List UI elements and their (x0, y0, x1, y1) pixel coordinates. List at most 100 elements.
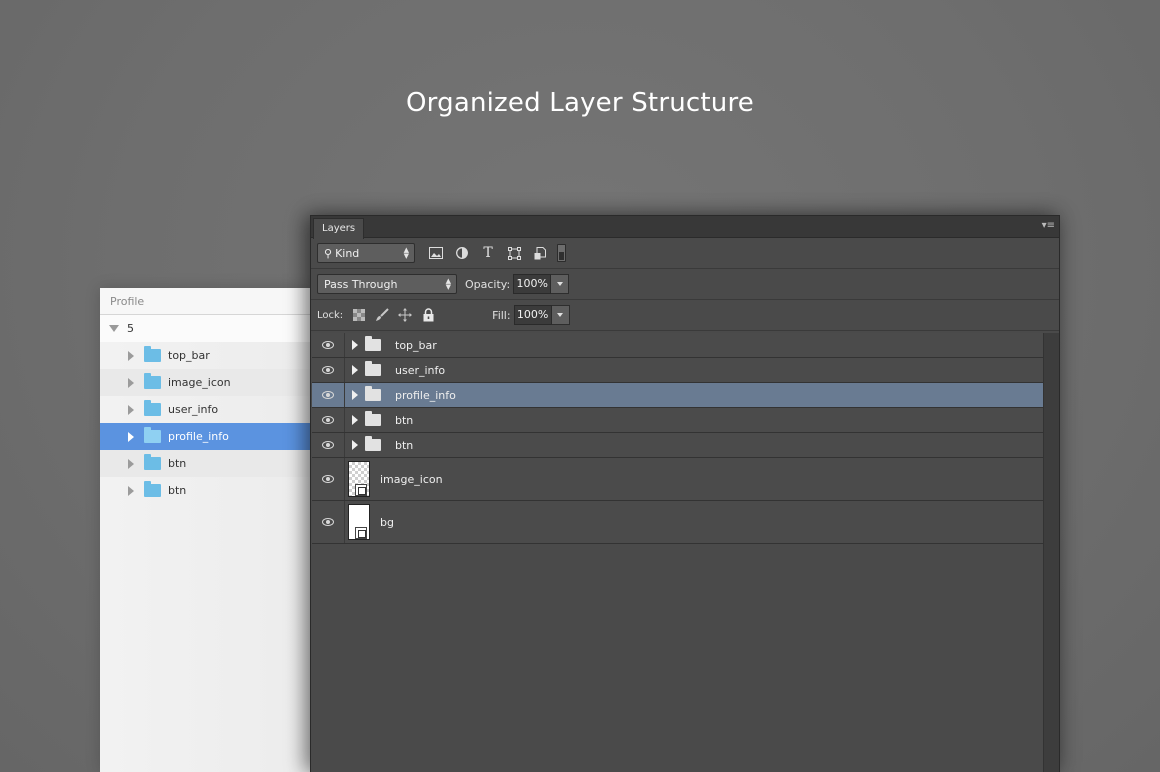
filter-toggle-switch[interactable] (557, 244, 566, 262)
layer-row[interactable]: bg (312, 501, 1043, 544)
filter-kind-select[interactable]: ⚲ Kind ▲ ▼ (317, 243, 415, 263)
sketch-layer-row[interactable]: image_icon (100, 369, 312, 396)
group-folder-icon (365, 411, 381, 426)
visibility-eye-icon[interactable] (312, 433, 345, 457)
smart-object-badge-icon (355, 527, 367, 539)
sketch-layer-label: btn (168, 484, 187, 497)
filter-kind-label: Kind (335, 246, 360, 260)
sketch-layer-panel: Profile 5 top_bar image_icon user_info p… (100, 288, 312, 772)
disclosure-triangle-icon[interactable] (128, 404, 134, 415)
folder-icon (144, 427, 161, 443)
filter-smart-object-icon[interactable] (531, 244, 549, 262)
expand-triangle-icon[interactable] (352, 440, 358, 450)
sketch-layer-row[interactable]: top_bar (100, 342, 312, 369)
photoshop-layers-panel: Layers ▾≡ ⚲ Kind ▲▼ T Pass Through ▲▼ (310, 215, 1060, 772)
layer-name: btn (395, 438, 414, 452)
layer-name: user_info (395, 363, 446, 377)
layer-row[interactable]: btn (312, 433, 1043, 458)
sketch-layer-row[interactable]: user_info (100, 396, 312, 423)
fill-input[interactable]: 100% (513, 305, 552, 325)
layer-row-selected[interactable]: profile_info (312, 383, 1043, 408)
sketch-layer-row[interactable]: btn (100, 477, 312, 504)
visibility-eye-icon[interactable] (312, 333, 345, 357)
tab-layers[interactable]: Layers (313, 218, 365, 239)
lock-label: Lock: (317, 309, 344, 321)
group-folder-icon (365, 336, 381, 351)
folder-icon (144, 346, 161, 362)
layer-row[interactable]: user_info (312, 358, 1043, 383)
disclosure-triangle-icon[interactable] (128, 485, 134, 496)
filter-shape-icon[interactable] (505, 244, 523, 262)
sketch-layer-row[interactable]: btn (100, 450, 312, 477)
smart-object-badge-icon (355, 484, 367, 496)
expand-triangle-icon[interactable] (352, 340, 358, 350)
blend-mode-select[interactable]: Pass Through ▲ ▼ (317, 274, 457, 294)
lock-brush-icon[interactable] (374, 307, 390, 323)
updown-arrows-icon: ▲ ▼ (445, 277, 451, 291)
lock-transparency-icon[interactable] (351, 307, 367, 323)
layer-row[interactable]: image_icon (312, 458, 1043, 501)
filter-pixel-icon[interactable] (427, 244, 445, 262)
updown-arrows-icon: ▲ ▼ (403, 246, 409, 260)
layer-thumbnail (348, 461, 370, 497)
layer-name: profile_info (395, 388, 456, 402)
sketch-layer-label: user_info (168, 403, 219, 416)
filter-adjustment-icon[interactable] (453, 244, 471, 262)
folder-icon (144, 454, 161, 470)
lock-all-icon[interactable] (420, 307, 436, 323)
blend-opacity-row: Pass Through ▲ ▼ Opacity: 100% (311, 269, 1059, 300)
sketch-layer-label: profile_info (168, 430, 229, 443)
folder-icon (144, 400, 161, 416)
lock-move-icon[interactable] (397, 307, 413, 323)
fill-dropdown-button[interactable] (551, 305, 570, 325)
layer-row[interactable]: btn (312, 408, 1043, 433)
visibility-eye-icon[interactable] (312, 408, 345, 432)
folder-icon (144, 373, 161, 389)
layer-name: bg (380, 515, 394, 529)
sketch-layer-label: image_icon (168, 376, 231, 389)
layer-name: image_icon (380, 472, 443, 486)
page-headline: Organized Layer Structure (406, 88, 754, 118)
expand-triangle-icon[interactable] (352, 415, 358, 425)
group-folder-icon (365, 361, 381, 376)
layers-list: top_bar user_info profile_info btn btn i… (312, 333, 1043, 544)
disclosure-triangle-icon[interactable] (128, 377, 134, 388)
group-folder-icon (365, 386, 381, 401)
chevron-down-icon (557, 313, 564, 317)
layer-row[interactable]: top_bar (312, 333, 1043, 358)
opacity-dropdown-button[interactable] (551, 274, 570, 294)
panel-tab-bar: Layers ▾≡ (311, 216, 1059, 239)
panel-menu-icon[interactable]: ▾≡ (1042, 221, 1055, 231)
disclosure-triangle-icon[interactable] (128, 431, 134, 442)
visibility-eye-icon[interactable] (312, 501, 345, 543)
sketch-layer-label: btn (168, 457, 187, 470)
disclosure-triangle-icon[interactable] (128, 350, 134, 361)
folder-icon (144, 481, 161, 497)
sketch-artboard-row[interactable]: 5 (100, 315, 312, 342)
chevron-down-icon[interactable] (109, 325, 119, 332)
opacity-label: Opacity: (465, 277, 511, 291)
artboard-label: 5 (127, 322, 134, 335)
chevron-down-icon (556, 282, 563, 286)
visibility-eye-icon[interactable] (312, 458, 345, 500)
group-folder-icon (365, 436, 381, 451)
search-icon: ⚲ (324, 246, 333, 260)
layer-filter-row: ⚲ Kind ▲ ▼ T (311, 238, 1059, 269)
layer-name: btn (395, 413, 414, 427)
disclosure-triangle-icon[interactable] (128, 458, 134, 469)
blend-mode-value: Pass Through (324, 277, 398, 291)
expand-triangle-icon[interactable] (352, 390, 358, 400)
layer-thumbnail (348, 504, 370, 540)
lock-fill-row: Lock: Fill: 100% (311, 300, 1059, 331)
layers-scrollbar[interactable] (1043, 333, 1059, 772)
opacity-input[interactable]: 100% (513, 274, 552, 294)
visibility-eye-icon[interactable] (312, 358, 345, 382)
fill-label: Fill: (492, 308, 511, 322)
filter-type-icon[interactable]: T (479, 244, 497, 262)
visibility-eye-icon[interactable] (312, 383, 345, 407)
layer-name: top_bar (395, 338, 437, 352)
sketch-panel-header: Profile (100, 288, 312, 315)
sketch-layer-label: top_bar (168, 349, 210, 362)
sketch-layer-row-selected[interactable]: profile_info (100, 423, 312, 450)
expand-triangle-icon[interactable] (352, 365, 358, 375)
